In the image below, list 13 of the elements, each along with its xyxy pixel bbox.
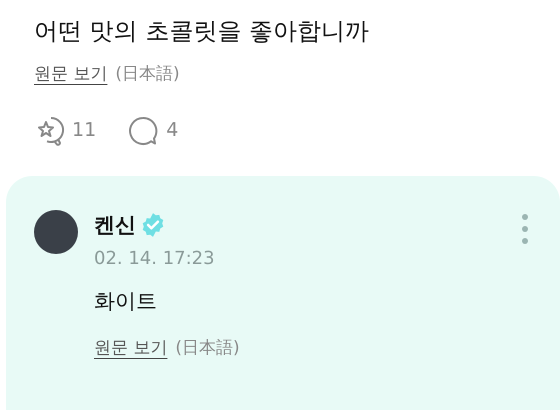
view-original-link[interactable]: 원문 보기: [34, 62, 108, 88]
view-original-link[interactable]: 원문 보기: [94, 336, 168, 361]
more-options-icon[interactable]: [520, 212, 530, 246]
speech-bubble-icon: [128, 116, 158, 146]
like-button[interactable]: 11: [34, 114, 96, 148]
comment-button[interactable]: 4: [128, 116, 178, 146]
author-name: 켄신: [94, 212, 136, 238]
avatar: [34, 210, 78, 254]
language-label: (日本語): [115, 63, 180, 86]
language-label: (日本語): [175, 336, 240, 360]
post-text: 어떤 맛의 초콜릿을 좋아합니까: [34, 16, 370, 47]
comment-time: 02. 14. 17:23: [94, 247, 216, 271]
comment-text: 화이트: [94, 288, 158, 315]
